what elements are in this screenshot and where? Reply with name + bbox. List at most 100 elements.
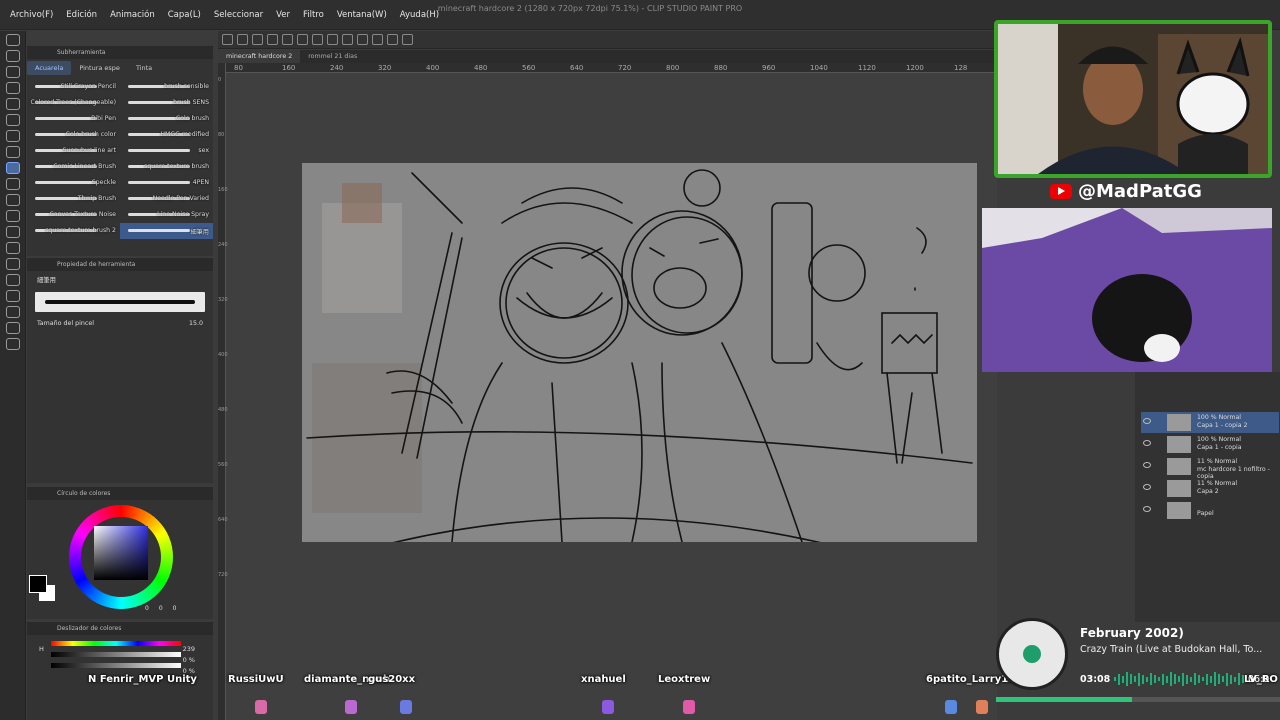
value-slider[interactable] [51,663,181,668]
menu-item-3[interactable]: Capa(L) [168,10,201,20]
grid-icon[interactable] [372,34,383,45]
eraser-icon[interactable] [5,194,20,206]
brush-item[interactable]: Comic Lineart Brush [27,159,120,175]
brush-item[interactable]: Colo brush [120,111,213,127]
ruler-tick-label: 560 [522,64,536,72]
brush-size-value[interactable]: 15.0 [189,320,203,327]
waveform-bar [1122,675,1124,683]
new-icon[interactable] [222,34,233,45]
main-color-swatch[interactable] [29,575,47,593]
save-icon[interactable] [252,34,263,45]
gradient-icon[interactable] [5,242,20,254]
subtool-tab-1[interactable]: Pintura espe [71,61,128,75]
layer-row[interactable]: 11 % Normal mc hardcore 1 nofiltro - copi… [1141,456,1279,480]
selection-icon[interactable] [5,82,20,94]
menu-item-2[interactable]: Animación [110,10,155,20]
brush-name-label: 細筆用 [190,229,209,236]
snap-icon[interactable] [342,34,353,45]
brush-item[interactable]: Succubus line art [27,143,120,159]
layer-row[interactable]: 100 % Normal Capa 1 - copia [1141,434,1279,455]
waveform-bar [1222,676,1224,682]
eyedropper-icon[interactable] [5,114,20,126]
layer-thumbnail [1167,414,1191,431]
waveform-bar [1178,676,1180,682]
now-playing-widget: February 2002) Crazy Train (Live at Budo… [996,616,1280,706]
layer-row[interactable]: Papel [1141,500,1279,521]
zoom-icon[interactable] [5,34,20,46]
brush-item[interactable]: Thwip Brush [27,191,120,207]
brush-item[interactable]: Bibi Pen [27,111,120,127]
ruler-tick-label: 400 [426,64,440,72]
waveform-bar [1162,673,1164,685]
brush-item[interactable]: brush SENS [120,95,213,111]
menu-item-4[interactable]: Seleccionar [214,10,263,20]
brush-item[interactable]: HMGG modified [120,127,213,143]
waveform-bar [1190,676,1192,682]
brush-item[interactable]: Colored Trees (Changeable) [27,95,120,111]
eye-icon[interactable] [1143,440,1151,446]
color-slider-header: Deslizador de colores [27,622,213,635]
drawing-canvas[interactable] [302,163,977,542]
brush-item[interactable]: Speckle [27,175,120,191]
correct-line-icon[interactable] [5,338,20,350]
document-tab-0[interactable]: minecraft hardcore 2 [218,50,301,63]
open-icon[interactable] [237,34,248,45]
brush-item[interactable]: square texture brush 2 [27,223,120,239]
brush-item[interactable]: Still Crayon Pencil [27,79,120,95]
menu-item-5[interactable]: Ver [276,10,290,20]
ruler-tool-icon[interactable] [5,290,20,302]
text-icon[interactable] [5,306,20,318]
ruler-icon[interactable] [357,34,368,45]
clear-icon[interactable] [297,34,308,45]
eye-icon[interactable] [1143,418,1151,424]
brush-item[interactable]: brush sensible [120,79,213,95]
document-tab-1[interactable]: rommel 21 dias [300,50,365,63]
cat-camera [982,208,1272,372]
layer-row[interactable]: 100 % Normal Capa 1 - copia 2 [1141,412,1279,433]
select-icon[interactable] [402,34,413,45]
brush-item[interactable]: Needle Pen Varied [120,191,213,207]
menu-item-1[interactable]: Edición [66,10,97,20]
hue-slider[interactable] [51,641,181,646]
fill-icon[interactable] [312,34,323,45]
layer-row[interactable]: 11 % Normal Capa 2 [1141,478,1279,499]
brush-item[interactable]: Canvas Texture Noise [27,207,120,223]
viewer-name: Leoxtrew [658,674,711,685]
saturation-value-square[interactable] [94,526,148,580]
saturation-slider[interactable] [51,652,181,657]
ruler-top: 80 160 240 320 400 480 560 640 720 800 880 960 1040 1… [226,63,997,73]
eye-icon[interactable] [1143,462,1151,468]
hand-icon[interactable] [5,66,20,78]
brush-item[interactable]: square texture brush [120,159,213,175]
shape-icon[interactable] [5,258,20,270]
airbrush-icon[interactable] [5,178,20,190]
subtool-tab-0[interactable]: Acuarela [27,61,72,75]
brush-item[interactable]: 4PEN [120,175,213,191]
brush-icon[interactable] [5,162,20,174]
undo-icon[interactable] [267,34,278,45]
pencil-icon[interactable] [5,146,20,158]
redo-icon[interactable] [282,34,293,45]
brush-item[interactable]: 細筆用 [120,223,213,239]
song-title: February 2002) [1080,626,1184,640]
ruler-left-tick-label: 640 [218,517,228,523]
menu-item-0[interactable]: Archivo(F) [10,10,53,20]
balloon-icon[interactable] [5,322,20,334]
lasso-icon[interactable] [5,98,20,110]
eye-icon[interactable] [1143,484,1151,490]
brush-item[interactable]: Line Noise Spray [120,207,213,223]
blend-icon[interactable] [5,210,20,222]
transform-icon[interactable] [327,34,338,45]
brush-item[interactable]: sex [120,143,213,159]
ruler-left-tick-label: 560 [218,462,228,468]
crop-icon[interactable] [387,34,398,45]
brush-item[interactable]: Colo brush color [27,127,120,143]
brush-stroke-preview [35,181,97,184]
menu-item-6[interactable]: Filtro [303,10,324,20]
move-icon[interactable] [5,50,20,62]
eye-icon[interactable] [1143,506,1151,512]
frame-icon[interactable] [5,274,20,286]
subtool-tab-2[interactable]: Tinta [128,61,160,75]
bucket-icon[interactable] [5,226,20,238]
pen-icon[interactable] [5,130,20,142]
